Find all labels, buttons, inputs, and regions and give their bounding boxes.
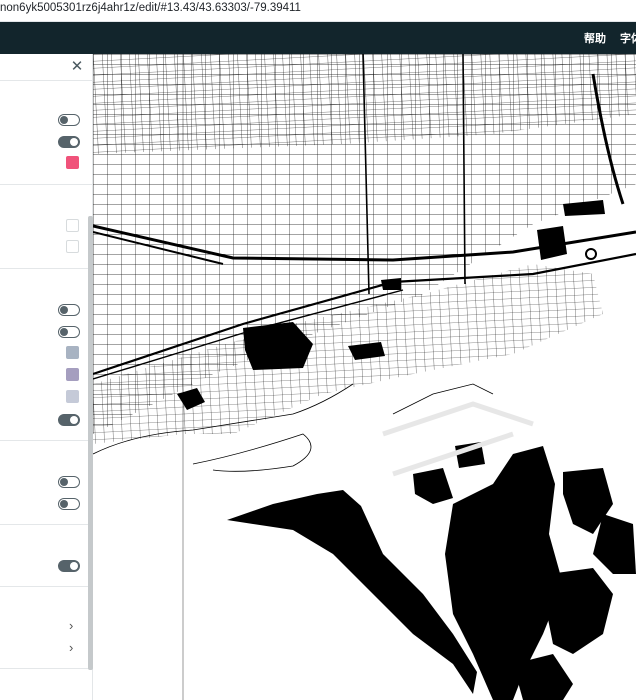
color-swatch-pink[interactable] xyxy=(66,156,79,169)
divider xyxy=(0,184,93,185)
top-toolbar: 帮助 字体 xyxy=(0,22,636,54)
layer-toggle-1[interactable] xyxy=(58,114,80,126)
color-swatch-grey-blue[interactable] xyxy=(66,346,79,359)
layer-toggle-5[interactable] xyxy=(58,414,80,426)
layer-toggle-2[interactable] xyxy=(58,136,80,148)
chevron-right-icon[interactable]: › xyxy=(69,619,77,632)
layer-toggle-4[interactable] xyxy=(58,326,80,338)
chevron-right-icon[interactable]: › xyxy=(69,641,77,654)
color-swatch-white-2[interactable] xyxy=(66,240,79,253)
divider xyxy=(0,440,93,441)
top-menu: 帮助 字体 xyxy=(584,22,636,54)
layer-toggle-7[interactable] xyxy=(58,498,80,510)
divider xyxy=(0,668,93,669)
layer-toggle-8[interactable] xyxy=(58,560,80,572)
layer-toggle-3[interactable] xyxy=(58,304,80,316)
color-swatch-white-1[interactable] xyxy=(66,219,79,232)
color-swatch-lavender[interactable] xyxy=(66,368,79,381)
divider xyxy=(0,586,93,587)
divider xyxy=(0,268,93,269)
color-swatch-light-blue[interactable] xyxy=(66,390,79,403)
divider xyxy=(0,80,93,81)
menu-fonts[interactable]: 字体 xyxy=(620,30,636,46)
map-rendering xyxy=(93,54,636,700)
close-icon[interactable]: ✕ xyxy=(70,59,84,74)
layer-toggle-6[interactable] xyxy=(58,476,80,488)
map-canvas[interactable] xyxy=(93,54,636,700)
divider xyxy=(0,524,93,525)
style-side-panel: ✕ › › xyxy=(0,54,93,700)
menu-help[interactable]: 帮助 xyxy=(584,30,606,46)
browser-address-bar[interactable]: non6yk5005301rz6j4ahr1z/edit/#13.43/43.6… xyxy=(0,0,636,22)
url-text: non6yk5005301rz6j4ahr1z/edit/#13.43/43.6… xyxy=(0,2,301,14)
